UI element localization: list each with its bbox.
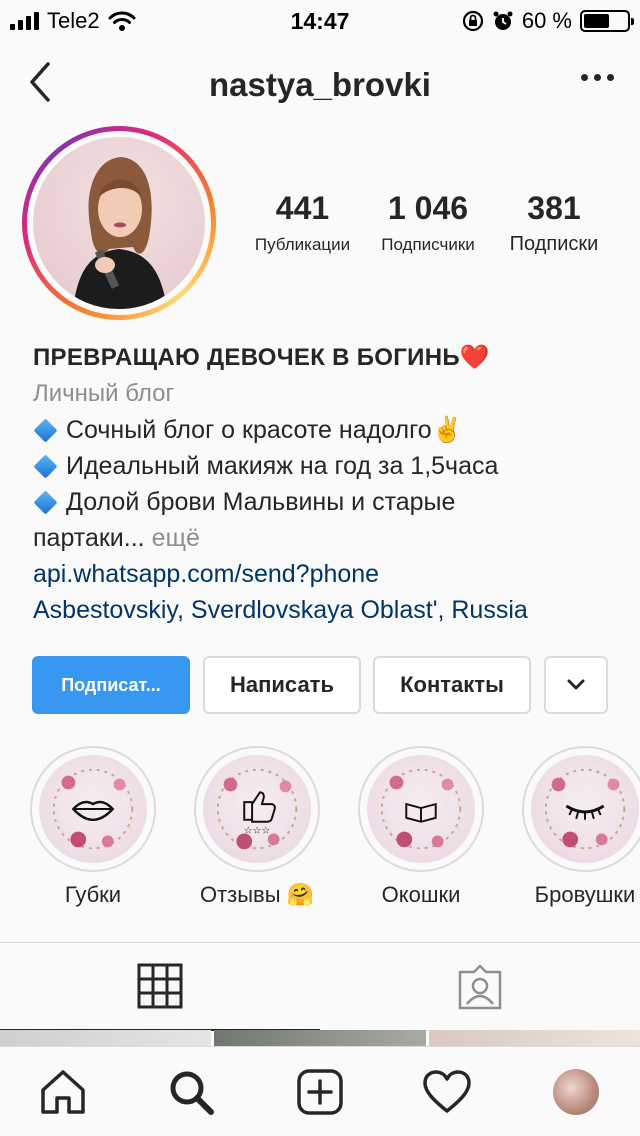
bio-line: Идеальный макияж на год за 1,5часа [33,448,633,484]
bio-category: Личный блог [33,380,175,407]
profile-tabs [0,942,640,1031]
stat-posts-count: 441 [275,190,330,226]
nav-profile[interactable] [549,1065,603,1119]
nav-new-post[interactable] [293,1065,347,1119]
suggested-dropdown-button[interactable] [544,656,608,714]
highlight-label: Губки [64,882,122,907]
chevron-down-icon [567,679,585,690]
highlight-item[interactable]: Бровушки [520,746,640,908]
nav-search[interactable] [164,1065,218,1119]
grid-icon [137,963,183,1009]
lips-icon [52,768,134,850]
stat-following[interactable]: 381 Подписки [494,190,614,256]
nav-home[interactable] [36,1065,90,1119]
bio-line: партаки... ещё [33,524,200,552]
bio-name: ПРЕВРАЩАЮ ДЕВОЧЕК В БОГИНЬ❤️ [33,344,491,371]
blue-diamond-icon [33,454,58,479]
stat-posts[interactable]: 441 Публикации [240,190,365,255]
profile-username: nastya_brovki [209,66,431,103]
post-thumbnail[interactable] [214,1030,426,1046]
bio-website-link[interactable]: api.whatsapp.com/send?phone [33,556,633,592]
highlight-item[interactable]: ☆☆☆ Отзывы 🤗 [192,746,322,908]
nav-activity[interactable] [420,1065,474,1119]
highlight-label: Окошки [381,882,461,907]
bio-location-link[interactable]: Asbestovskiy, Sverdlovskaya Oblast', Rus… [33,592,633,628]
bottom-navigation [0,1046,640,1136]
stat-followers-count: 1 046 [387,190,469,226]
home-icon [41,1070,85,1114]
rotation-lock-icon [462,10,483,32]
alarm-icon [493,11,513,30]
eyelash-icon [544,768,626,850]
stat-following-label: Подписки [509,233,599,255]
blue-diamond-icon [33,490,58,515]
stat-posts-label: Публикации [254,235,351,254]
thumbs-up-icon: ☆☆☆ [216,768,298,850]
contacts-button[interactable]: Контакты [373,656,531,714]
highlight-label: Отзывы 🤗 [199,882,315,907]
stat-followers[interactable]: 1 046 Подписчики [368,190,488,255]
post-grid [0,1030,640,1046]
post-thumbnail[interactable] [428,1030,640,1046]
battery-icon [580,10,634,32]
battery-percent: 60 % [521,8,572,33]
post-thumbnail[interactable] [0,1030,212,1046]
tagged-person-icon [458,964,502,1009]
highlight-label: Бровушки [534,882,636,907]
status-right: 60 % [462,8,634,34]
bio-more-link[interactable]: ещё [152,524,200,552]
story-highlights: Губки ☆☆☆ Отзывы 🤗 Окошки Бровушки [0,746,640,916]
profile-stats: 441 Публикации 1 046 Подписчики 381 Подп… [240,190,620,270]
tab-grid[interactable] [0,943,320,1031]
avatar[interactable] [22,126,216,320]
profile-actions: Подписат... Написать Контакты [32,656,612,714]
blue-diamond-icon [33,418,58,443]
more-options-icon[interactable] [581,74,614,81]
highlight-item[interactable]: Губки [28,746,158,908]
status-bar: Tele2 14:47 60 % [0,0,640,40]
profile-bio: ПРЕВРАЩАЮ ДЕВОЧЕК В БОГИНЬ❤️ Личный блог… [33,340,633,628]
svg-text:☆☆☆: ☆☆☆ [244,826,271,837]
bio-line: Долой брови Мальвины и старые [33,484,633,520]
profile-header: nastya_brovki [0,52,640,112]
follow-button[interactable]: Подписат... [32,656,190,714]
stat-followers-label: Подписчики [381,235,475,254]
highlight-item[interactable]: Окошки [356,746,486,908]
search-icon [170,1071,214,1115]
add-post-icon [297,1069,343,1115]
message-button[interactable]: Написать [203,656,361,714]
stat-following-count: 381 [527,190,581,226]
book-icon [380,768,462,850]
profile-avatar-icon [553,1069,599,1115]
tab-tagged[interactable] [320,943,640,1031]
bio-line: Сочный блог о красоте надолго✌️ [33,412,633,448]
heart-icon [423,1070,471,1113]
avatar-photo [33,137,205,309]
